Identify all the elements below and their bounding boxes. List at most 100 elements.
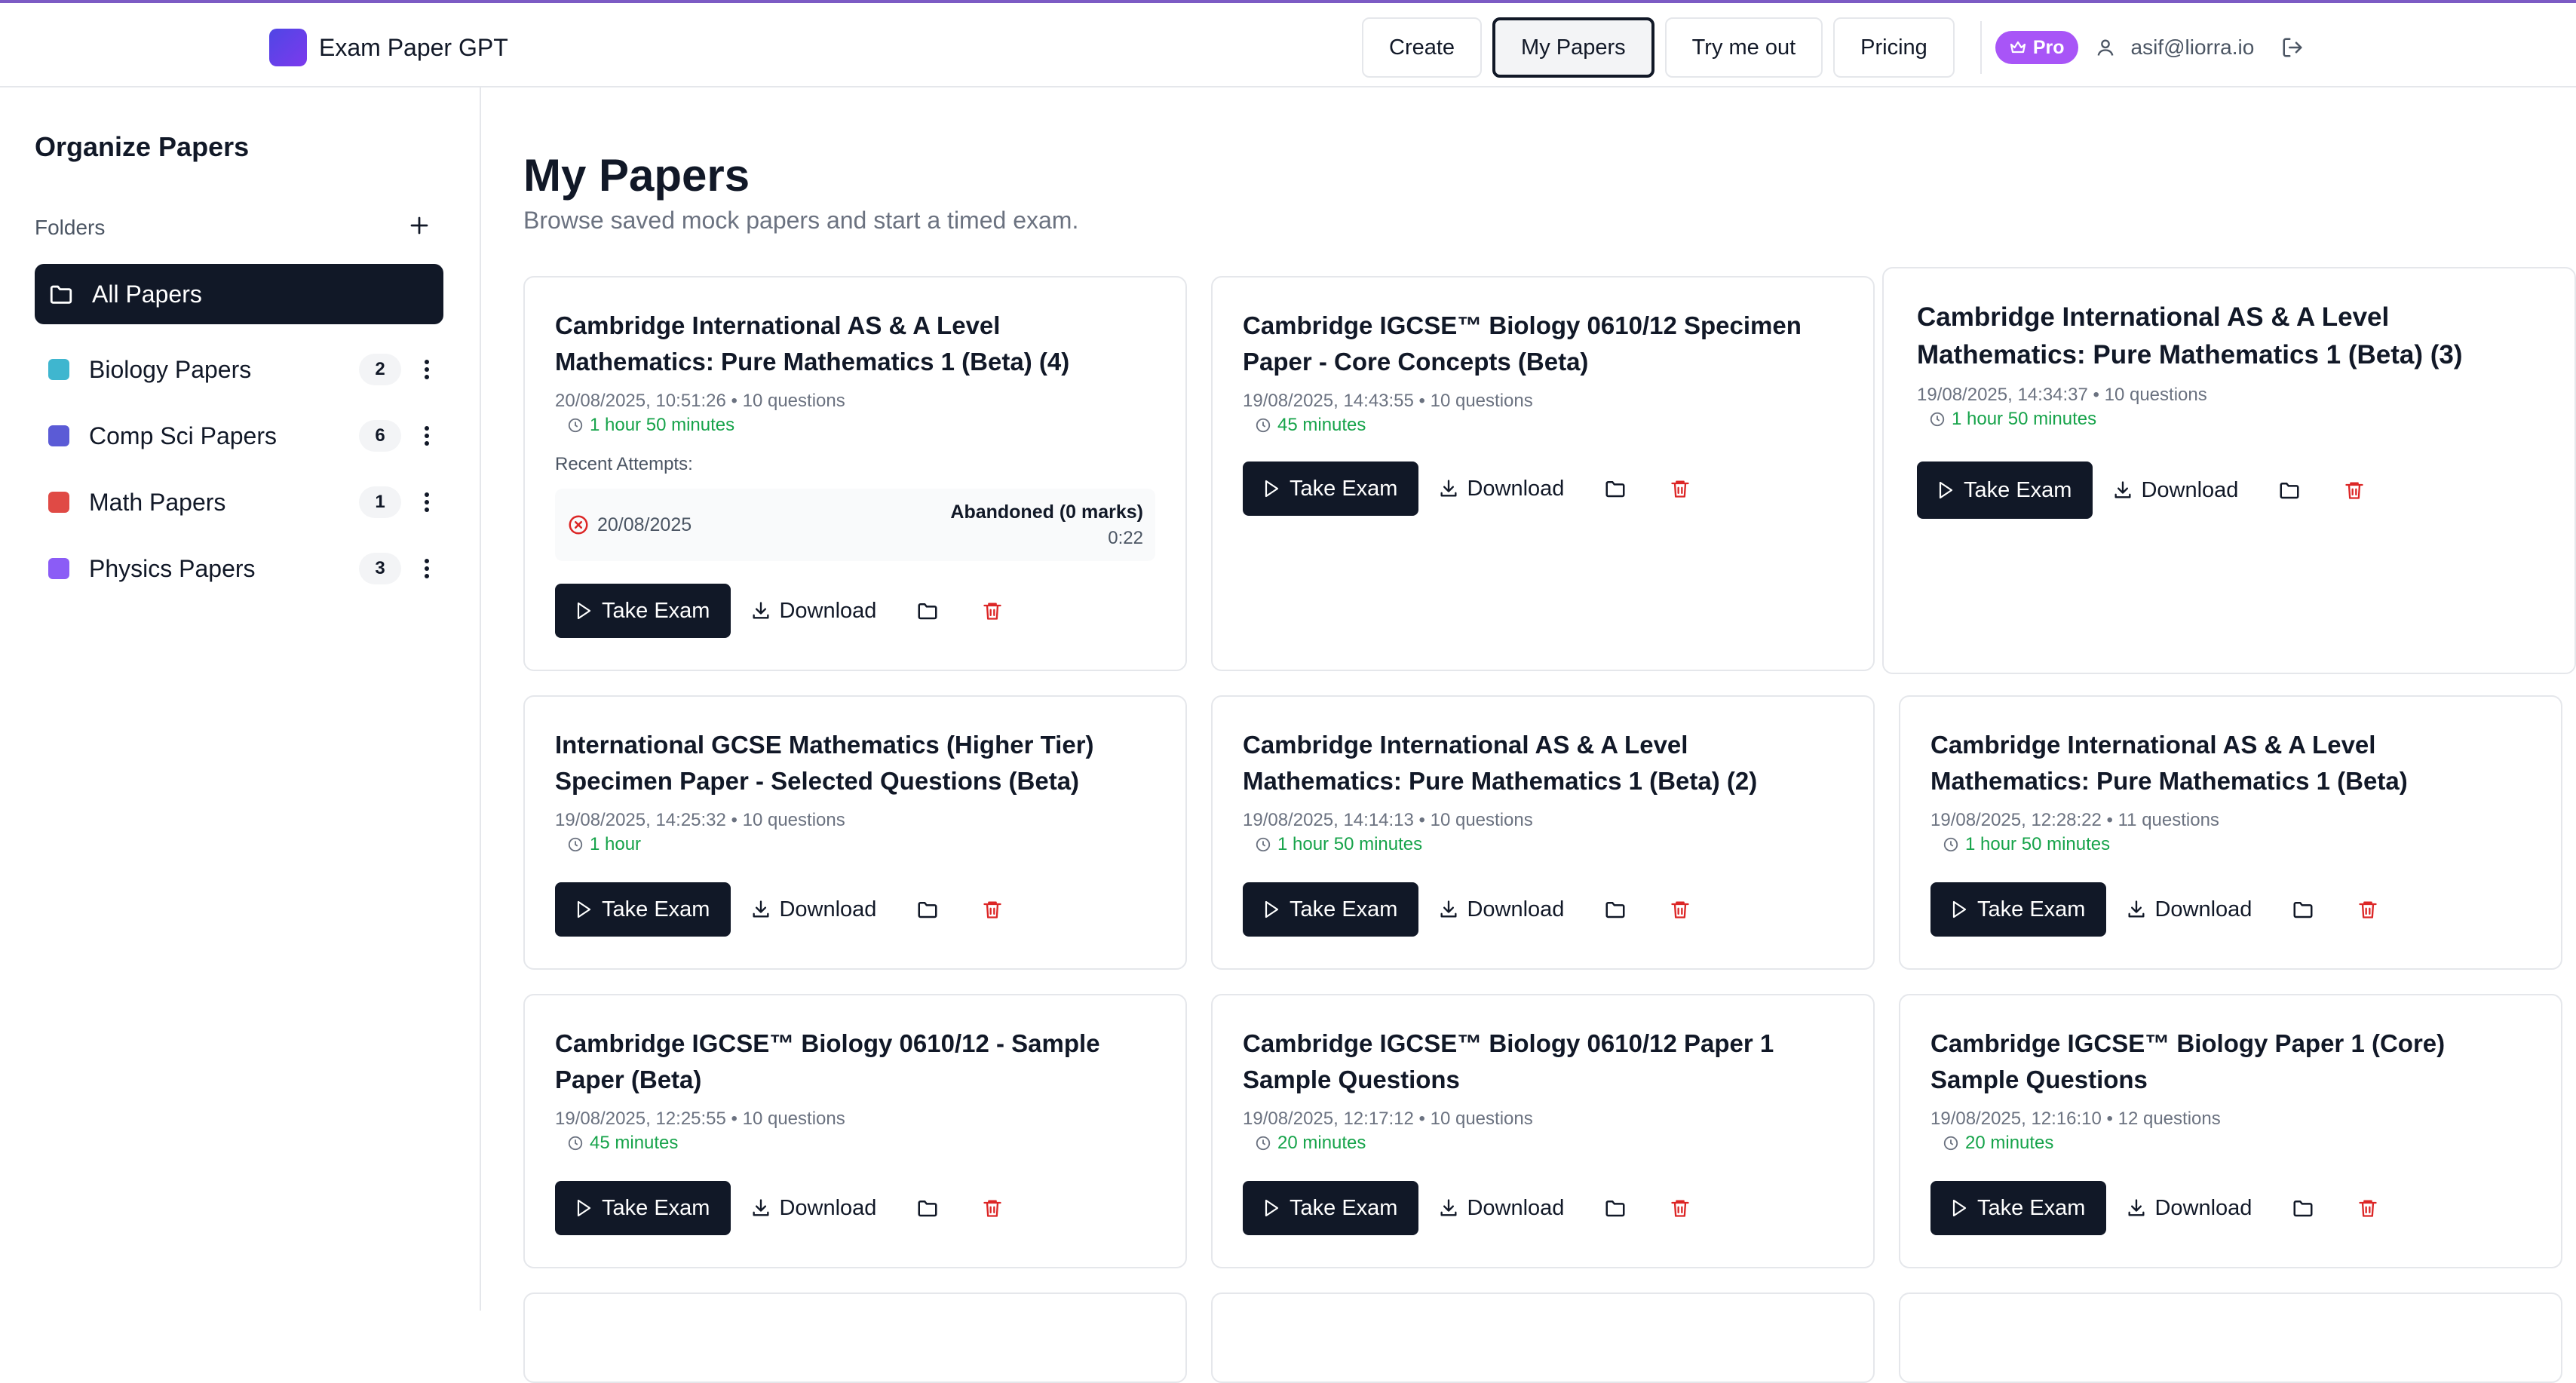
paper-meta: 19/08/2025, 12:17:12 • 10 questions <box>1243 1109 1533 1129</box>
more-vertical-icon <box>425 492 429 512</box>
move-to-folder-button[interactable] <box>911 882 944 937</box>
sidebar-item-all-papers[interactable]: All Papers <box>35 264 443 324</box>
take-exam-button[interactable]: Take Exam <box>1243 882 1419 937</box>
download-button[interactable]: Download <box>1438 462 1564 516</box>
delete-button[interactable] <box>976 584 1009 638</box>
card-actions: Take Exam Download <box>1243 882 1697 937</box>
download-button[interactable]: Download <box>1438 882 1564 937</box>
card-actions: Take Exam Download <box>555 1181 1009 1235</box>
take-exam-label: Take Exam <box>1964 477 2072 502</box>
move-to-folder-button[interactable] <box>911 584 944 638</box>
add-folder-button[interactable] <box>403 210 435 241</box>
page-subtitle: Browse saved mock papers and start a tim… <box>523 207 1079 234</box>
attempt-status: Abandoned (0 marks) <box>950 501 1143 523</box>
delete-button[interactable] <box>976 882 1009 937</box>
download-button[interactable]: Download <box>750 882 876 937</box>
take-exam-button[interactable]: Take Exam <box>1917 462 2093 519</box>
delete-button[interactable] <box>1664 462 1697 516</box>
take-exam-button[interactable]: Take Exam <box>1243 1181 1419 1235</box>
take-exam-button[interactable]: Take Exam <box>555 882 731 937</box>
nav-try-me-out-button[interactable]: Try me out <box>1664 17 1823 78</box>
download-button[interactable]: Download <box>1438 1181 1564 1235</box>
trash-icon <box>983 603 1002 620</box>
user-email: asif@liorra.io <box>2130 35 2255 59</box>
paper-title: Cambridge International AS & A Level Mat… <box>1917 302 2463 370</box>
take-exam-label: Take Exam <box>1290 897 1398 921</box>
take-exam-button[interactable]: Take Exam <box>1243 462 1419 516</box>
delete-button[interactable] <box>2351 1181 2384 1235</box>
take-exam-button[interactable]: Take Exam <box>555 1181 731 1235</box>
download-icon <box>1440 480 1457 497</box>
user-account[interactable]: asif@liorra.io <box>2095 35 2255 60</box>
attempt-result: Abandoned (0 marks) 0:22 <box>950 501 1143 549</box>
download-label: Download <box>1467 897 1565 921</box>
play-icon <box>1952 1199 1967 1217</box>
folder-more-button[interactable] <box>410 359 443 380</box>
download-button[interactable]: Download <box>750 584 876 638</box>
brand-name: Exam Paper GPT <box>319 33 508 61</box>
paper-duration: 45 minutes <box>567 1133 1155 1154</box>
delete-button[interactable] <box>1664 882 1697 937</box>
folder-more-button[interactable] <box>410 425 443 446</box>
download-button[interactable]: Download <box>2126 1181 2252 1235</box>
attempt-row[interactable]: 20/08/2025 Abandoned (0 marks) 0:22 <box>555 489 1155 561</box>
take-exam-button[interactable]: Take Exam <box>1930 1181 2107 1235</box>
delete-button[interactable] <box>976 1181 1009 1235</box>
take-exam-label: Take Exam <box>1290 476 1398 501</box>
paper-meta: 19/08/2025, 12:25:55 • 10 questions <box>555 1109 845 1129</box>
take-exam-button[interactable]: Take Exam <box>1930 882 2107 937</box>
folder-more-button[interactable] <box>410 492 443 513</box>
play-icon <box>577 900 591 918</box>
move-to-folder-button[interactable] <box>1599 882 1632 937</box>
folders-label: Folders <box>35 216 106 239</box>
clock-icon <box>1943 1136 1958 1151</box>
move-to-folder-button[interactable] <box>911 1181 944 1235</box>
delete-button[interactable] <box>2351 882 2384 937</box>
trash-icon <box>2359 901 2378 918</box>
download-button[interactable]: Download <box>2112 463 2238 517</box>
play-icon <box>1265 480 1279 498</box>
move-to-folder-button[interactable] <box>2286 882 2320 937</box>
take-exam-button[interactable]: Take Exam <box>555 584 731 638</box>
download-label: Download <box>779 598 877 623</box>
pro-badge-label: Pro <box>2032 36 2065 58</box>
download-button[interactable]: Download <box>2126 882 2252 937</box>
delete-button[interactable] <box>1664 1181 1697 1235</box>
move-to-folder-button[interactable] <box>1599 1181 1632 1235</box>
sidebar-item-biology[interactable]: Biology Papers 2 <box>35 336 443 403</box>
move-to-folder-button[interactable] <box>2273 463 2306 517</box>
paper-duration-text: 1 hour 50 minutes <box>590 415 735 435</box>
trash-icon <box>1671 480 1690 498</box>
clock-icon <box>1930 412 1945 427</box>
folder-color-swatch <box>48 425 69 446</box>
paper-title: Cambridge IGCSE™ Biology Paper 1 (Core) … <box>1930 1029 2446 1093</box>
folder-more-button[interactable] <box>410 558 443 579</box>
nav-pricing-button[interactable]: Pricing <box>1833 17 1955 78</box>
paper-card: Cambridge IGCSE™ Biology 0610/12 Paper 1… <box>1211 994 1875 1268</box>
sidebar-item-math[interactable]: Math Papers 1 <box>35 469 443 535</box>
take-exam-label: Take Exam <box>1977 897 2086 921</box>
brand[interactable]: Exam Paper GPT <box>269 29 508 66</box>
paper-card: International GCSE Mathematics (Higher T… <box>523 695 1187 970</box>
sidebar-item-comp-sci[interactable]: Comp Sci Papers 6 <box>35 403 443 469</box>
paper-duration: 1 hour 50 minutes <box>1255 834 1843 855</box>
download-button[interactable]: Download <box>750 1181 876 1235</box>
clock-icon <box>568 837 583 852</box>
nav-my-papers-button[interactable]: My Papers <box>1492 17 1654 78</box>
sidebar-item-physics[interactable]: Physics Papers 3 <box>35 535 443 602</box>
paper-duration: 20 minutes <box>1943 1133 2531 1154</box>
trash-icon <box>1671 1200 1690 1217</box>
nav-create-button[interactable]: Create <box>1362 17 1483 78</box>
paper-card: Cambridge International AS & A Level Mat… <box>1211 695 1875 970</box>
logout-button[interactable] <box>2281 36 2304 59</box>
move-to-folder-button[interactable] <box>2286 1181 2320 1235</box>
move-to-folder-button[interactable] <box>1599 462 1632 516</box>
user-icon <box>2097 39 2113 56</box>
trash-icon <box>983 901 1002 918</box>
delete-button[interactable] <box>2338 463 2371 517</box>
take-exam-label: Take Exam <box>1290 1195 1398 1220</box>
play-icon <box>577 602 591 620</box>
folder-color-swatch <box>48 359 69 380</box>
folder-count-badge: 1 <box>359 486 401 518</box>
more-vertical-icon <box>425 426 429 446</box>
